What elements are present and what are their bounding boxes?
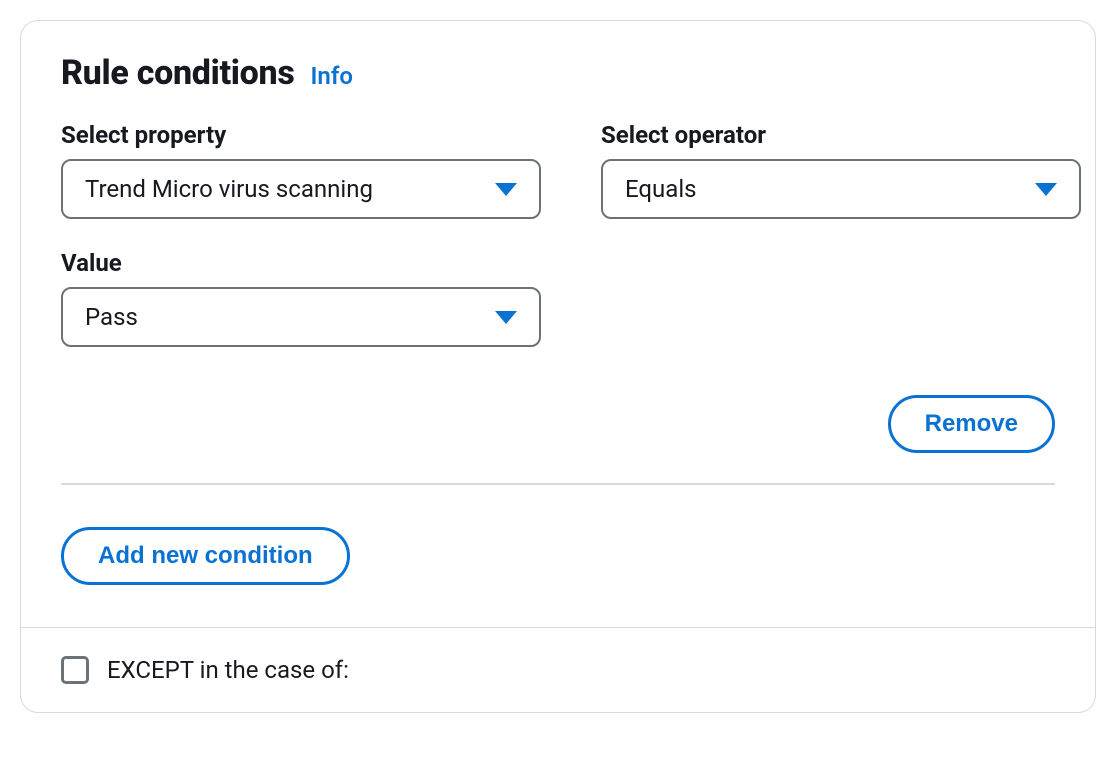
caret-down-icon xyxy=(495,183,517,196)
operator-field: Select operator Equals xyxy=(601,121,1081,219)
property-select[interactable]: Trend Micro virus scanning xyxy=(61,159,541,219)
divider-full xyxy=(21,627,1095,629)
property-value: Trend Micro virus scanning xyxy=(85,175,373,203)
panel-header: Rule conditions Info xyxy=(61,53,1055,93)
property-label: Select property xyxy=(61,121,541,149)
add-condition-row: Add new condition xyxy=(61,527,1055,585)
operator-label: Select operator xyxy=(601,121,1081,149)
operator-value: Equals xyxy=(625,175,697,203)
remove-button[interactable]: Remove xyxy=(888,395,1055,453)
add-condition-button[interactable]: Add new condition xyxy=(61,527,350,585)
except-label: EXCEPT in the case of: xyxy=(107,656,349,684)
panel-title: Rule conditions xyxy=(61,53,295,93)
caret-down-icon xyxy=(1035,183,1057,196)
except-row: EXCEPT in the case of: xyxy=(61,656,1055,684)
info-link[interactable]: Info xyxy=(311,62,353,90)
value-label: Value xyxy=(61,249,541,277)
fields-row-1: Select property Trend Micro virus scanni… xyxy=(61,121,1055,219)
value-select[interactable]: Pass xyxy=(61,287,541,347)
condition-actions: Remove xyxy=(61,395,1055,453)
property-field: Select property Trend Micro virus scanni… xyxy=(61,121,541,219)
caret-down-icon xyxy=(495,311,517,324)
except-checkbox[interactable] xyxy=(61,656,89,684)
operator-select[interactable]: Equals xyxy=(601,159,1081,219)
value-value: Pass xyxy=(85,303,138,331)
divider xyxy=(61,483,1055,485)
fields-row-2: Value Pass xyxy=(61,249,1055,347)
value-field: Value Pass xyxy=(61,249,541,347)
rule-conditions-panel: Rule conditions Info Select property Tre… xyxy=(20,20,1096,713)
